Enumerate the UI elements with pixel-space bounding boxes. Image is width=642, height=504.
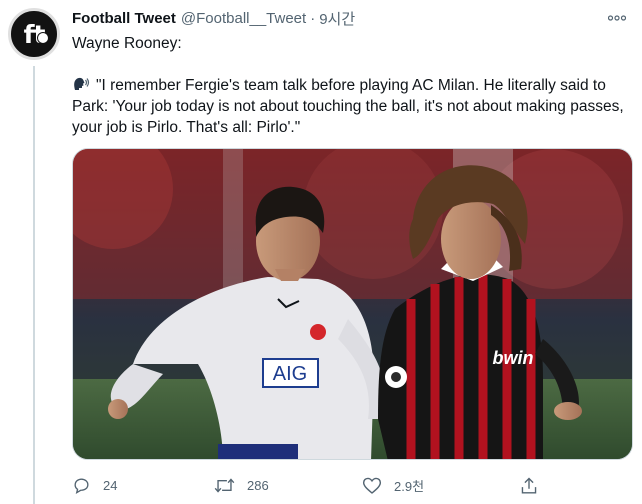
retweet-button[interactable]: 286 — [214, 474, 269, 496]
football-icon — [37, 32, 49, 44]
reply-icon — [74, 477, 89, 494]
share-button[interactable] — [520, 474, 550, 496]
tweet-actions: 24 286 2.9천 — [72, 474, 632, 496]
more-options-button[interactable] — [606, 8, 628, 28]
share-icon — [521, 477, 537, 494]
tweet-image[interactable]: AIG bwin — [72, 148, 633, 460]
left-sponsor-logo: AIG — [273, 363, 307, 385]
more-dots-icon — [608, 15, 626, 21]
retweet-icon — [214, 477, 235, 493]
avatar[interactable]: ft — [8, 8, 60, 60]
like-count: 2.9천 — [394, 478, 425, 494]
speaking-head-icon — [74, 77, 90, 90]
retweet-count: 286 — [247, 477, 269, 493]
author-handle[interactable]: @Football__Tweet — [181, 10, 306, 27]
football-match-photo: AIG bwin — [73, 149, 632, 459]
right-sponsor-logo: bwin — [493, 348, 534, 368]
timestamp[interactable]: 9시간 — [319, 8, 355, 29]
separator-dot: · — [310, 9, 316, 27]
thread-line — [33, 66, 35, 504]
tweet-header: Football Tweet @Football__Tweet · 9시간 — [72, 8, 628, 28]
tweet-quote: "I remember Fergie's team talk before pl… — [72, 75, 632, 138]
reply-button[interactable]: 24 — [72, 474, 117, 496]
like-button[interactable]: 2.9천 — [362, 474, 424, 496]
tweet-text: Wayne Rooney: "I remember Fergie's team … — [72, 33, 632, 136]
author-name[interactable]: Football Tweet — [72, 10, 176, 27]
reply-count: 24 — [103, 477, 118, 493]
tweet-text-line: Wayne Rooney: — [72, 35, 182, 52]
quote-text: "I remember Fergie's team talk before pl… — [72, 77, 624, 136]
heart-icon — [362, 477, 382, 494]
